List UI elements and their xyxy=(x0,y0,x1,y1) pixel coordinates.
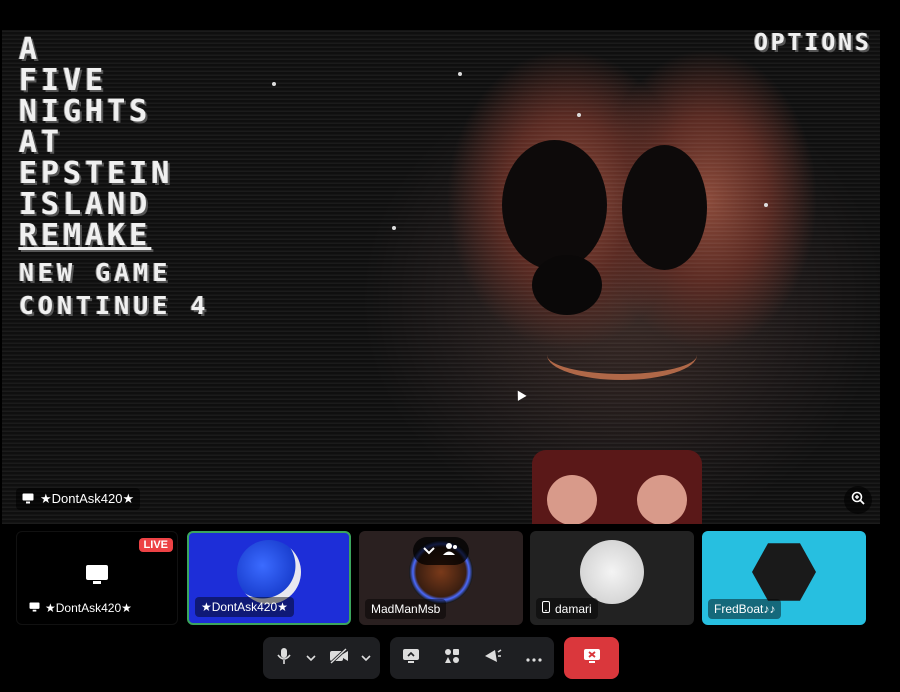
participant-tile-stream[interactable]: LIVE ★DontAsk420★ xyxy=(16,531,178,625)
chevron-down-icon xyxy=(361,649,371,667)
participant-name: ★DontAsk420★ xyxy=(23,598,138,618)
title-line-underlined: REMAKE xyxy=(19,218,152,253)
figure-mouth xyxy=(547,330,697,380)
avatar xyxy=(237,540,301,604)
chevron-down-icon[interactable] xyxy=(423,542,435,560)
share-screen-button[interactable] xyxy=(396,643,426,673)
figure-right-eye xyxy=(622,145,707,270)
screen-share-icon xyxy=(85,564,109,591)
screen-share-icon xyxy=(402,648,420,669)
continue-option[interactable]: CONTINUE 4 xyxy=(19,289,210,322)
stream-owner-label: ★DontAsk420★ xyxy=(16,488,141,510)
screen-share-icon xyxy=(29,601,40,615)
noise-speck xyxy=(392,226,396,230)
game-title: A FIVE NIGHTS AT EPSTEIN ISLAND REMAKE xyxy=(19,34,173,251)
game-menu: NEW GAME CONTINUE 4 xyxy=(19,256,210,322)
figure-button-right xyxy=(637,475,687,524)
participant-name: MadManMsb xyxy=(365,599,447,619)
noise-speck xyxy=(272,82,276,86)
soundboard-icon xyxy=(484,648,502,669)
game-cursor xyxy=(513,388,527,401)
participant-name-text: ★DontAsk420★ xyxy=(45,601,132,615)
title-line: EPSTEIN xyxy=(19,156,174,191)
participant-tile[interactable]: MadManMsb xyxy=(359,531,523,625)
activities-button[interactable] xyxy=(437,643,467,673)
zoom-button[interactable] xyxy=(844,486,872,514)
stream-view[interactable]: A FIVE NIGHTS AT EPSTEIN ISLAND REMAKE N… xyxy=(2,30,880,524)
participant-name-text: damari xyxy=(555,601,592,616)
participant-name: FredBoat♪♪ xyxy=(708,599,782,619)
actions-group xyxy=(390,637,554,679)
new-game-option[interactable]: NEW GAME xyxy=(19,256,210,289)
camera-off-icon xyxy=(329,647,349,669)
stream-owner-name: ★DontAsk420★ xyxy=(40,491,135,506)
noise-speck xyxy=(577,113,581,117)
participant-name: ★DontAsk420★ xyxy=(195,597,294,617)
chevron-down-icon xyxy=(306,649,316,667)
noise-speck xyxy=(764,203,768,207)
title-line: AT xyxy=(19,125,64,160)
title-line: A xyxy=(19,32,42,67)
title-line: NIGHTS xyxy=(19,94,152,129)
noise-speck xyxy=(458,72,462,76)
activities-icon xyxy=(444,648,460,669)
tile-hover-menu[interactable] xyxy=(413,537,469,565)
figure-button-left xyxy=(547,475,597,524)
title-line: FIVE xyxy=(19,63,108,98)
participant-tile[interactable]: FredBoat♪♪ xyxy=(702,531,866,625)
call-controls xyxy=(0,637,900,679)
participant-name-text: MadManMsb xyxy=(371,602,441,616)
mobile-icon xyxy=(542,601,550,616)
soundboard-button[interactable] xyxy=(478,643,508,673)
title-line: ISLAND xyxy=(19,187,152,222)
leave-call-icon xyxy=(583,648,601,669)
participant-tile[interactable]: ★DontAsk420★ xyxy=(187,531,351,625)
participant-name: damari xyxy=(536,598,598,619)
avatar xyxy=(752,543,816,601)
leave-call-button[interactable] xyxy=(564,637,619,679)
audio-video-group xyxy=(263,637,380,679)
participant-tile[interactable]: damari xyxy=(530,531,694,625)
avatar xyxy=(580,540,644,604)
users-icon[interactable] xyxy=(443,542,459,561)
options-button[interactable]: OPTIONS xyxy=(754,30,872,56)
mute-button[interactable] xyxy=(269,643,299,673)
participant-strip: LIVE ★DontAsk420★ ★DontAsk420★ MadManMsb… xyxy=(16,531,868,625)
zoom-icon xyxy=(851,491,865,510)
figure-left-eye xyxy=(502,140,607,270)
participant-name-text: FredBoat♪♪ xyxy=(714,602,776,616)
more-icon xyxy=(525,649,542,667)
participant-name-text: ★DontAsk420★ xyxy=(201,600,288,614)
microphone-icon xyxy=(277,647,291,670)
screen-share-icon xyxy=(22,492,34,507)
video-options-button[interactable] xyxy=(358,643,374,673)
more-button[interactable] xyxy=(519,643,549,673)
live-badge: LIVE xyxy=(138,538,173,552)
audio-options-button[interactable] xyxy=(303,643,319,673)
figure-nose xyxy=(532,255,602,315)
camera-button[interactable] xyxy=(324,643,354,673)
